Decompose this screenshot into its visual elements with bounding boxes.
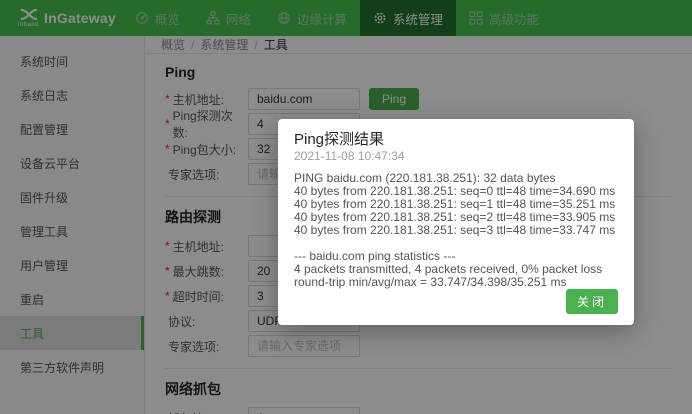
modal-timestamp: 2021-11-08 10:47:34 [294, 149, 618, 163]
ping-result-modal: Ping探测结果 2021-11-08 10:47:34 PING baidu.… [278, 119, 634, 325]
ping-output: PING baidu.com (220.181.38.251): 32 data… [294, 172, 618, 289]
modal-title: Ping探测结果 [294, 131, 618, 149]
ping-output-line: round-trip min/avg/max = 33.747/34.398/3… [294, 276, 618, 289]
ping-output-line: 40 bytes from 220.181.38.251: seq=3 ttl=… [294, 224, 618, 237]
close-button[interactable]: 关闭 [566, 289, 618, 314]
modal-footer: 关闭 [294, 289, 618, 314]
